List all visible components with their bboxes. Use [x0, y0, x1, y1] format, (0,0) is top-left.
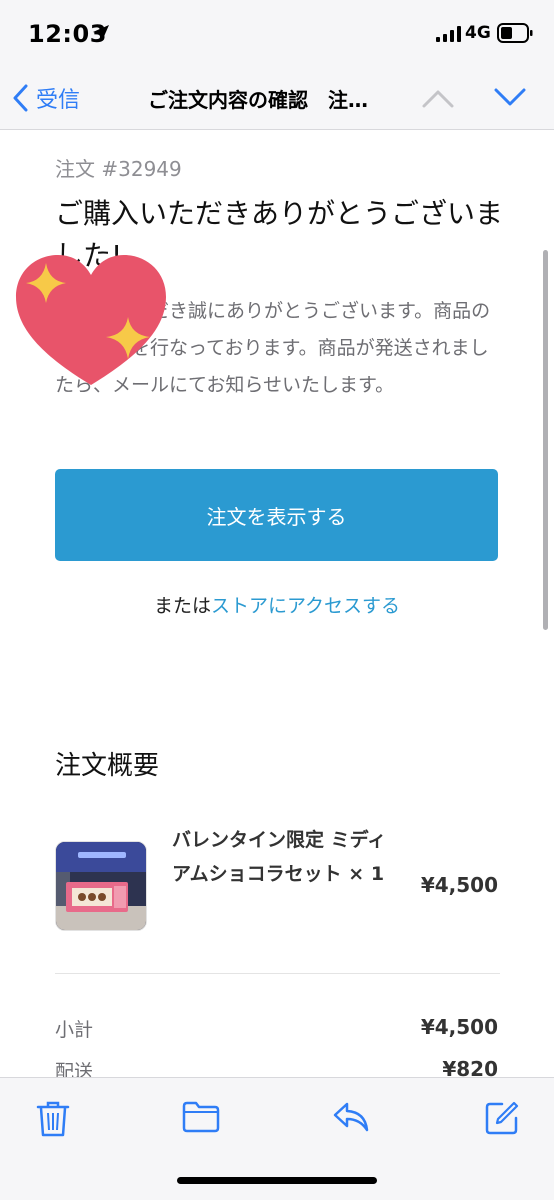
heart-sticker-icon [16, 255, 166, 385]
chevron-down-icon[interactable] [492, 84, 528, 112]
signal-bars-icon [436, 26, 461, 42]
compose-icon[interactable] [484, 1100, 520, 1136]
email-content[interactable]: 注文 #32949 ご購入いただきありがとうございました! ご注文いただき誠にあ… [0, 131, 554, 1077]
shipping-value: ¥820 [442, 1057, 498, 1077]
subtotal-label: 小計 [55, 1019, 94, 1041]
chevron-left-icon [13, 84, 28, 112]
back-button[interactable]: 受信 [12, 80, 80, 116]
product-price: ¥4,500 [420, 873, 498, 897]
subtotal-value: ¥4,500 [420, 1015, 498, 1039]
home-indicator[interactable] [177, 1177, 377, 1184]
view-order-button[interactable]: 注文を表示する [55, 469, 498, 561]
order-number: 注文 #32949 [55, 157, 182, 181]
location-arrow-icon [93, 25, 109, 41]
back-label: 受信 [36, 88, 81, 113]
battery-icon [497, 23, 533, 43]
scrollbar[interactable] [543, 250, 548, 630]
folder-icon[interactable] [182, 1100, 220, 1134]
trash-icon[interactable] [36, 1100, 70, 1138]
store-line: またはストアにアクセスする [0, 591, 554, 618]
nav-title: ご注文内容の確認 注… [148, 88, 368, 112]
product-image [56, 842, 146, 930]
nav-bar: 受信 ご注文内容の確認 注… [0, 66, 554, 130]
status-bar: 12:03 4G [0, 0, 554, 66]
shipping-label: 配送 [55, 1061, 94, 1077]
product-name: バレンタイン限定 ミディアムショコラセット × 1 [172, 829, 387, 885]
store-link[interactable]: ストアにアクセスする [211, 595, 400, 617]
summary-title: 注文概要 [55, 751, 160, 781]
product-thumbnail [55, 841, 147, 931]
divider [55, 973, 500, 974]
network-type: 4G [465, 23, 491, 43]
reply-icon[interactable] [332, 1100, 370, 1134]
chevron-up-icon[interactable] [420, 84, 456, 112]
store-prefix: または [153, 595, 211, 617]
